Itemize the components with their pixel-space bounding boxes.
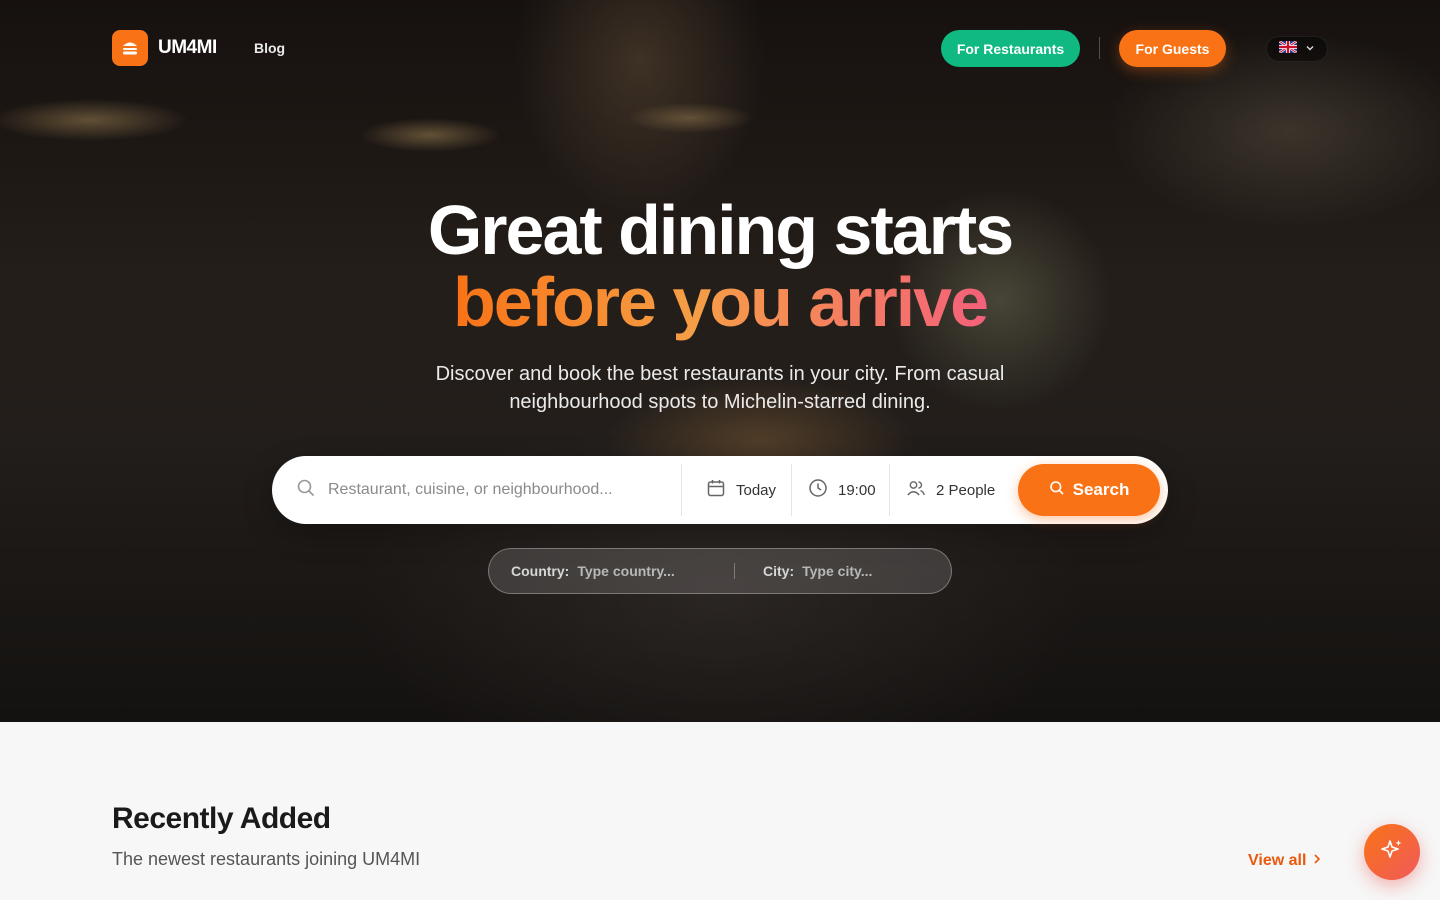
section-title: Recently Added — [112, 802, 331, 835]
nav-divider — [1099, 37, 1100, 59]
search-bar: Today 19:00 2 People Search — [272, 456, 1168, 524]
date-value: Today — [736, 481, 777, 499]
search-field[interactable] — [272, 464, 682, 516]
for-guests-button[interactable]: For Guests — [1119, 30, 1226, 67]
hero-title-highlight: before you arrive — [453, 263, 989, 341]
city-field[interactable]: City: Type city... — [735, 563, 872, 579]
uk-flag-icon — [1278, 40, 1298, 58]
city-input[interactable]: Type city... — [802, 563, 872, 579]
country-field[interactable]: Country: Type country... — [489, 563, 735, 579]
hero-title-line1: Great dining starts — [427, 191, 1014, 269]
search-button[interactable]: Search — [1018, 464, 1160, 516]
search-input[interactable] — [328, 481, 658, 499]
chevron-down-icon — [1305, 40, 1315, 58]
search-button-label: Search — [1072, 480, 1130, 499]
language-selector[interactable] — [1266, 36, 1328, 62]
ai-assistant-button[interactable] — [1364, 824, 1420, 880]
search-icon — [296, 478, 316, 503]
hero-subtitle: Discover and book the best restaurants i… — [435, 363, 1005, 413]
people-picker[interactable]: 2 People — [890, 464, 1016, 516]
time-picker[interactable]: 19:00 — [792, 464, 890, 516]
view-all-label: View all — [1248, 852, 1307, 869]
logo[interactable]: UM4MI — [112, 30, 217, 66]
section-subtitle: The newest restaurants joining UM4MI — [112, 849, 421, 869]
time-value: 19:00 — [838, 481, 876, 499]
people-value: 2 People — [936, 481, 996, 499]
users-icon — [906, 478, 926, 502]
sparkle-icon — [1379, 837, 1405, 868]
hero-title-line2: before you arrive — [0, 262, 1440, 342]
chevron-right-icon — [1312, 852, 1322, 870]
burger-icon — [112, 30, 148, 66]
country-input[interactable]: Type country... — [577, 563, 675, 579]
country-label: Country: — [511, 563, 570, 579]
view-all-link[interactable]: View all — [1248, 852, 1322, 870]
for-restaurants-button[interactable]: For Restaurants — [941, 30, 1080, 67]
clock-icon — [808, 478, 828, 502]
search-icon — [1049, 480, 1065, 501]
location-bar: Country: Type country... City: Type city… — [488, 548, 952, 594]
hero-section: UM4MI Blog For Restaurants For Guests Gr… — [0, 0, 1440, 722]
date-picker[interactable]: Today — [682, 464, 792, 516]
city-label: City: — [763, 563, 795, 579]
nav-blog-link[interactable]: Blog — [254, 40, 285, 56]
calendar-icon — [706, 478, 726, 502]
logo-text: UM4MI — [158, 37, 217, 58]
